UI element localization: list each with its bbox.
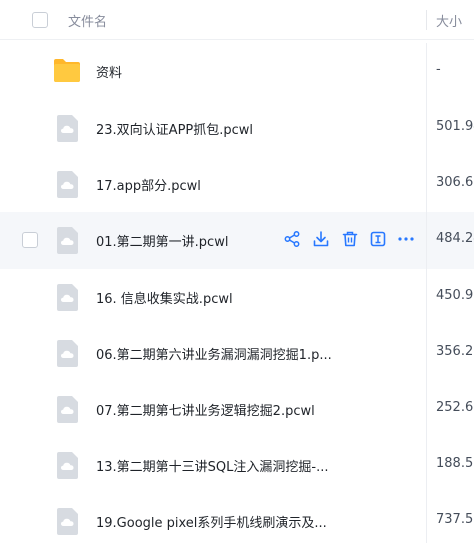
file-name[interactable]: 16. 信息收集实战.pcwl	[96, 288, 233, 307]
file-row[interactable]: 07.第二期第七讲业务逻辑挖掘2.pcwl 252.65	[0, 381, 474, 438]
column-divider	[426, 437, 427, 494]
file-size: 737.55	[436, 512, 474, 527]
file-row[interactable]: 19.Google pixel系列手机线刷演示及... 737.55	[0, 493, 474, 543]
more-icon[interactable]	[397, 230, 415, 248]
column-divider	[426, 100, 427, 157]
file-name[interactable]: 资料	[96, 62, 122, 81]
file-name[interactable]: 06.第二期第六讲业务漏洞漏洞挖掘1.p...	[96, 344, 332, 363]
file-row[interactable]: 06.第二期第六讲业务漏洞漏洞挖掘1.p... 356.26	[0, 325, 474, 382]
file-name[interactable]: 07.第二期第七讲业务逻辑挖掘2.pcwl	[96, 400, 315, 419]
file-name[interactable]: 13.第二期第十三讲SQL注入漏洞挖掘-...	[96, 456, 329, 475]
file-size: 501.94	[436, 119, 474, 134]
column-header-name[interactable]: 文件名	[68, 11, 107, 30]
row-checkbox[interactable]	[22, 232, 38, 248]
file-name[interactable]: 19.Google pixel系列手机线刷演示及...	[96, 512, 327, 531]
file-row[interactable]: 23.双向认证APP抓包.pcwl 501.94	[0, 100, 474, 157]
file-name[interactable]: 23.双向认证APP抓包.pcwl	[96, 119, 253, 138]
file-list-header: 文件名 大小	[0, 0, 474, 40]
file-row[interactable]: 13.第二期第十三讲SQL注入漏洞挖掘-... 188.57	[0, 437, 474, 494]
download-icon[interactable]	[312, 230, 330, 248]
file-cloud-icon	[57, 396, 78, 423]
file-cloud-icon	[57, 508, 78, 535]
file-cloud-icon	[57, 452, 78, 479]
file-size: 450.98	[436, 288, 474, 303]
select-all-checkbox[interactable]	[32, 12, 48, 28]
file-cloud-icon	[57, 340, 78, 367]
file-size: 252.65	[436, 400, 474, 415]
column-divider	[426, 381, 427, 438]
delete-icon[interactable]	[341, 230, 359, 248]
file-size: 188.57	[436, 456, 474, 471]
share-icon[interactable]	[283, 230, 301, 248]
column-divider	[426, 493, 427, 543]
file-row-hovered[interactable]: 01.第二期第一讲.pcwl 484.2	[0, 212, 474, 269]
file-name[interactable]: 01.第二期第一讲.pcwl	[96, 231, 228, 250]
file-size: -	[436, 62, 441, 77]
file-cloud-icon	[57, 284, 78, 311]
file-cloud-icon	[57, 171, 78, 198]
column-header-size[interactable]: 大小	[436, 11, 462, 30]
file-cloud-icon	[57, 115, 78, 142]
file-row[interactable]: 16. 信息收集实战.pcwl 450.98	[0, 269, 474, 326]
file-size: 356.26	[436, 344, 474, 359]
column-divider	[426, 325, 427, 382]
column-divider	[426, 43, 427, 100]
column-divider	[426, 10, 427, 30]
file-name[interactable]: 17.app部分.pcwl	[96, 175, 201, 194]
file-cloud-icon	[57, 227, 78, 254]
file-size: 484.24	[436, 231, 474, 246]
rename-icon[interactable]	[369, 230, 387, 248]
file-row[interactable]: 资料 -	[0, 43, 474, 100]
column-divider	[426, 156, 427, 213]
folder-icon	[54, 59, 80, 82]
column-divider	[426, 212, 427, 269]
column-divider	[426, 269, 427, 326]
file-size: 306.67	[436, 175, 474, 190]
file-row[interactable]: 17.app部分.pcwl 306.67	[0, 156, 474, 213]
